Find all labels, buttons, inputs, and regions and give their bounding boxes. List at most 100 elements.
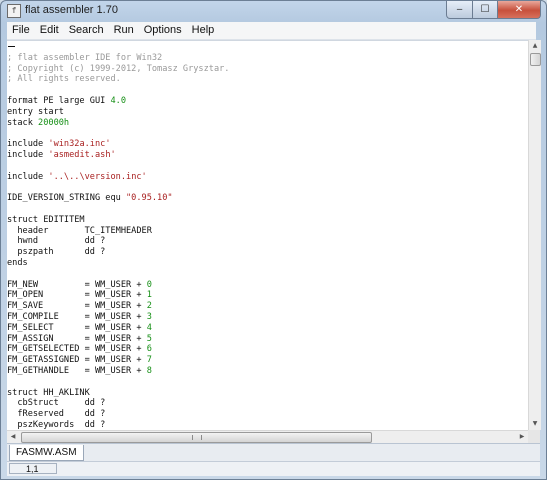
code-line: pszKeywords dd ? xyxy=(7,420,105,430)
scroll-left-icon[interactable]: ◀ xyxy=(7,431,19,443)
code-line: ends xyxy=(7,258,28,268)
window-controls: ‒ ☐ ✕ xyxy=(446,1,541,19)
code-editor[interactable]: ; flat assembler IDE for Win32; Copyrigh… xyxy=(7,40,528,431)
scroll-right-icon[interactable]: ▶ xyxy=(516,431,528,443)
code-line: stack 20000h xyxy=(7,118,69,128)
code-line: FM_OPEN = WM_USER + 1 xyxy=(7,290,152,300)
vertical-scrollbar[interactable]: ▲ ▼ xyxy=(528,40,541,430)
text-token: header TC_ITEMHEADER xyxy=(7,225,152,236)
fasm-app-icon[interactable]: f xyxy=(7,4,21,18)
number-token: 3 xyxy=(146,312,152,322)
code-line: FM_GETHANDLE = WM_USER + 8 xyxy=(7,366,152,376)
text-token: FM_GETASSIGNED = WM_USER + xyxy=(7,355,147,366)
menu-run[interactable]: Run xyxy=(109,22,139,39)
text-token: pszpath dd ? xyxy=(7,247,106,258)
text-token: include xyxy=(7,171,49,182)
number-token: 6 xyxy=(146,344,152,355)
code-line: ; flat assembler IDE for Win32 xyxy=(7,53,162,63)
number-token: 8 xyxy=(146,366,152,376)
code-line: FM_COMPILE = WM_USER + 3 xyxy=(7,312,152,322)
grip-icon xyxy=(192,435,202,440)
text-token: struct HH_AKLINK xyxy=(7,387,90,398)
code-line: cbStruct dd ? xyxy=(7,398,105,408)
code-line: IDE_VERSION_STRING equ "0.95.10" xyxy=(7,193,173,203)
window-title: flat assembler 1.70 xyxy=(25,4,118,16)
code-line: FM_ASSIGN = WM_USER + 5 xyxy=(7,334,152,344)
code-line: include '..\..\version.inc' xyxy=(7,172,147,182)
comment-token: ; Copyright (c) 1999-2012, Tomasz Gryszt… xyxy=(7,63,230,74)
text-token: entry start xyxy=(7,106,64,117)
text-caret xyxy=(8,46,15,47)
menu-options[interactable]: Options xyxy=(139,22,187,39)
text-token: struct EDITITEM xyxy=(7,214,85,225)
code-line: include 'win32a.inc' xyxy=(7,139,111,149)
number-token: 4.0 xyxy=(110,96,127,106)
text-token: include xyxy=(7,150,49,160)
status-bar: 1,1 xyxy=(7,461,540,476)
number-token: 5 xyxy=(146,333,152,344)
text-token: stack xyxy=(7,117,39,128)
string-token: '..\..\version.inc' xyxy=(48,171,147,182)
close-button[interactable]: ✕ xyxy=(498,1,541,19)
file-tab[interactable]: FASMW.ASM xyxy=(9,445,84,461)
menu-search[interactable]: Search xyxy=(64,22,109,39)
string-token: 'asmedit.ash' xyxy=(48,150,116,160)
file-tab-strip: FASMW.ASM xyxy=(7,443,540,462)
menu-bar: File Edit Search Run Options Help xyxy=(7,22,536,40)
code-line: struct HH_AKLINK xyxy=(7,388,90,398)
text-token: FM_COMPILE = WM_USER + xyxy=(7,312,147,322)
text-token: pszKeywords dd ? xyxy=(7,420,106,430)
text-token: FM_GETHANDLE = WM_USER + xyxy=(7,366,147,376)
text-token: FM_NEW = WM_USER + xyxy=(7,279,147,290)
text-token: FM_SELECT = WM_USER + xyxy=(7,322,147,333)
code-line: struct EDITITEM xyxy=(7,215,85,225)
cursor-position: 1,1 xyxy=(9,463,57,474)
code-line: FM_SELECT = WM_USER + 4 xyxy=(7,323,152,333)
number-token: 4 xyxy=(146,322,152,333)
title-bar[interactable]: f flat assembler 1.70 ‒ ☐ ✕ xyxy=(1,1,546,21)
number-token: 7 xyxy=(146,355,152,366)
app-window: f flat assembler 1.70 ‒ ☐ ✕ File Edit Se… xyxy=(0,0,547,480)
minimize-button[interactable]: ‒ xyxy=(446,1,473,19)
code-line: hwnd dd ? xyxy=(7,236,105,246)
text-token: fReserved dd ? xyxy=(7,409,106,420)
comment-token: ; All rights reserved. xyxy=(7,74,121,85)
text-token: ends xyxy=(7,258,28,268)
text-token: FM_ASSIGN = WM_USER + xyxy=(7,333,147,344)
menu-edit[interactable]: Edit xyxy=(35,22,64,39)
number-token: 0 xyxy=(146,279,152,290)
code-line: FM_SAVE = WM_USER + 2 xyxy=(7,301,152,311)
scroll-up-icon[interactable]: ▲ xyxy=(529,40,541,52)
number-token: 20000h xyxy=(38,117,70,128)
string-token: 'win32a.inc' xyxy=(48,139,111,150)
comment-token: ; flat assembler IDE for Win32 xyxy=(7,52,163,63)
horizontal-scrollbar[interactable]: ◀ ▶ xyxy=(7,430,528,443)
number-token: 1 xyxy=(146,290,152,301)
vertical-scroll-thumb[interactable] xyxy=(530,53,541,66)
code-line: header TC_ITEMHEADER xyxy=(7,226,152,236)
code-line: ; All rights reserved. xyxy=(7,74,121,84)
code-line: pszpath dd ? xyxy=(7,247,105,257)
text-token: FM_OPEN = WM_USER + xyxy=(7,290,147,301)
code-line: ; Copyright (c) 1999-2012, Tomasz Gryszt… xyxy=(7,64,229,74)
code-line: FM_GETASSIGNED = WM_USER + 7 xyxy=(7,355,152,365)
horizontal-scroll-thumb[interactable] xyxy=(21,432,372,443)
menu-file[interactable]: File xyxy=(7,22,35,39)
number-token: 2 xyxy=(146,301,152,312)
text-token: FM_SAVE = WM_USER + xyxy=(7,301,147,312)
code-line: FM_NEW = WM_USER + 0 xyxy=(7,280,152,290)
code-line: FM_GETSELECTED = WM_USER + 6 xyxy=(7,344,152,354)
maximize-button[interactable]: ☐ xyxy=(473,1,498,19)
code-line: entry start xyxy=(7,107,64,117)
code-line: format PE large GUI 4.0 xyxy=(7,96,126,106)
string-token: "0.95.10" xyxy=(126,193,173,204)
text-token: format PE large GUI xyxy=(7,96,111,106)
scroll-down-icon[interactable]: ▼ xyxy=(529,418,541,430)
scroll-corner xyxy=(528,430,540,443)
code-line: include 'asmedit.ash' xyxy=(7,150,116,160)
text-token: FM_GETSELECTED = WM_USER + xyxy=(7,344,147,355)
menu-help[interactable]: Help xyxy=(187,22,220,39)
text-token: include xyxy=(7,139,49,150)
text-token: hwnd dd ? xyxy=(7,236,106,247)
code-line: fReserved dd ? xyxy=(7,409,105,419)
